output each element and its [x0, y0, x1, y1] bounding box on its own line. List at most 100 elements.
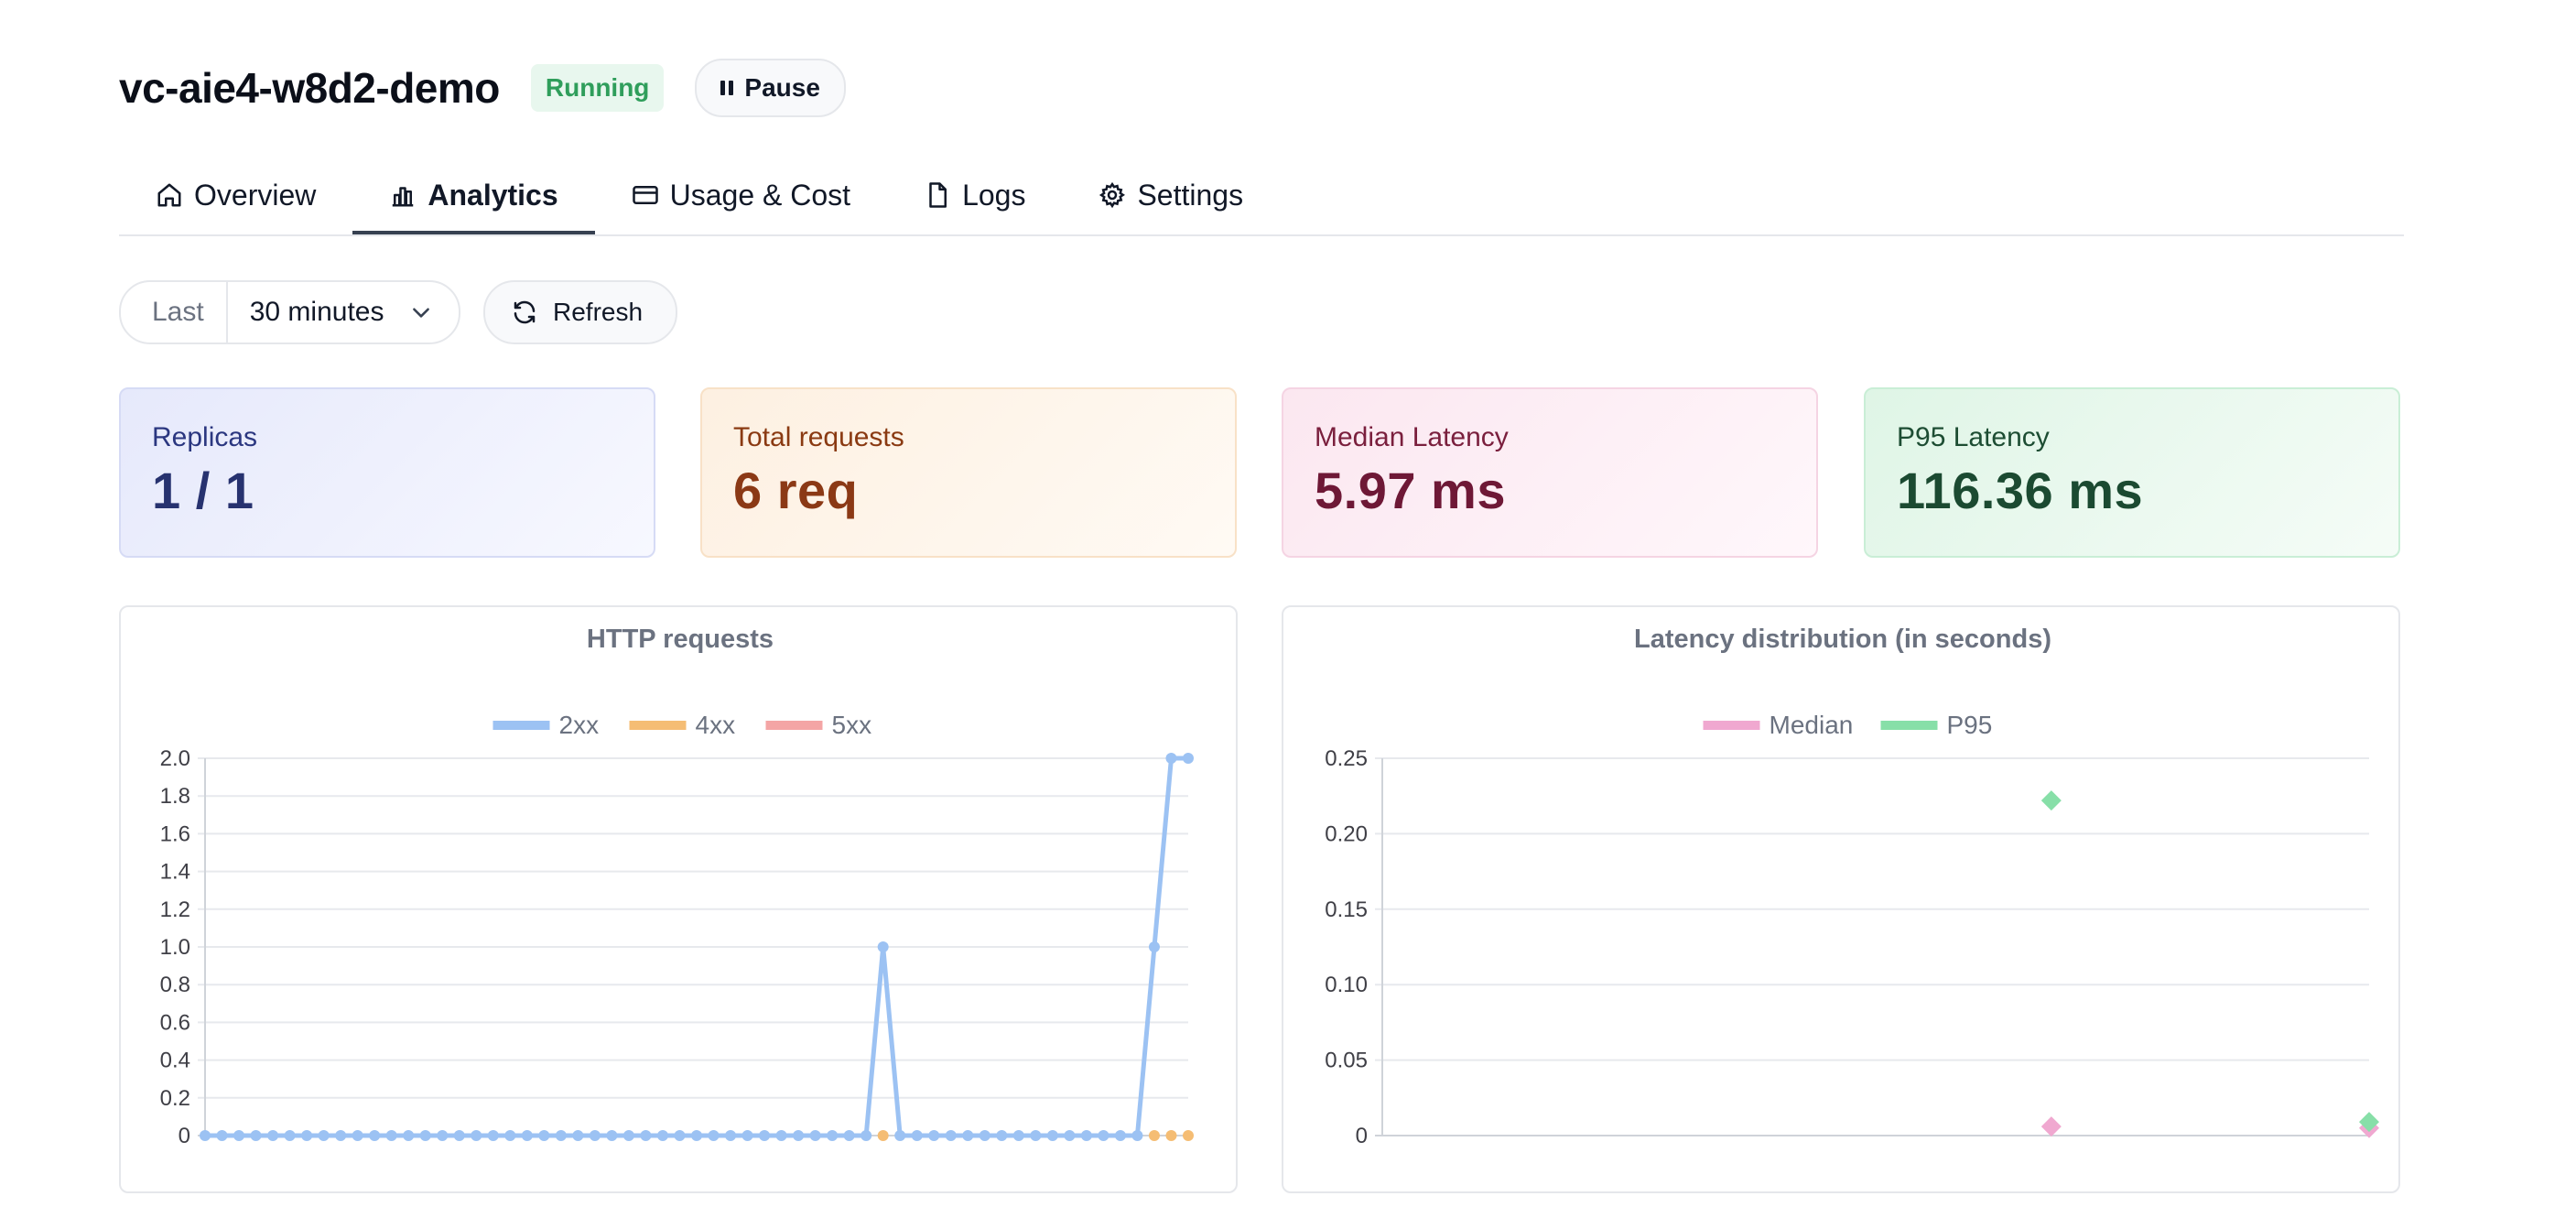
- data-point-2xx: [216, 1130, 228, 1141]
- range-dropdown[interactable]: 30 minutes: [228, 282, 460, 343]
- home-icon: [157, 183, 181, 207]
- data-point-2xx: [369, 1130, 381, 1141]
- pause-icon: [720, 81, 734, 95]
- page-title: vc-aie4-w8d2-demo: [119, 64, 500, 112]
- data-point-2xx: [267, 1130, 279, 1141]
- data-point-2xx: [928, 1130, 940, 1141]
- legend-label: Median: [1770, 711, 1854, 739]
- data-point-2xx: [555, 1130, 567, 1141]
- data-point-4xx: [1183, 1130, 1194, 1141]
- data-point-2xx: [301, 1130, 313, 1141]
- pause-label: Pause: [744, 73, 820, 102]
- data-point-2xx: [793, 1130, 805, 1141]
- metric-value: 116.36 ms: [1897, 462, 2144, 519]
- data-point-2xx: [250, 1130, 262, 1141]
- data-point-2xx: [335, 1130, 347, 1141]
- data-point-2xx: [979, 1130, 990, 1141]
- data-point-2xx: [487, 1130, 499, 1141]
- tab-analytics[interactable]: Analytics: [352, 158, 595, 234]
- y-tick-label: 0.10: [1325, 973, 1368, 997]
- data-point-median: [2040, 1116, 2062, 1137]
- data-point-2xx: [572, 1130, 584, 1141]
- data-point-2xx: [622, 1130, 634, 1141]
- y-tick-label: 0.2: [160, 1086, 190, 1111]
- data-point-2xx: [318, 1130, 330, 1141]
- tab-bar: Overview Analytics Usage & Cost Logs Set…: [119, 158, 2404, 236]
- y-tick-label: 1.4: [160, 860, 190, 885]
- latency-chart-svg: Latency distribution (in seconds) Median P…: [1325, 625, 2379, 1148]
- http-requests-chart: HTTP requests 2xx 4xx 5xx 2.0 1.8 1.6 1.4 1.2 1.0…: [119, 605, 1238, 1193]
- chart-title: HTTP requests: [587, 625, 774, 654]
- y-tick-label: 0.4: [160, 1049, 190, 1073]
- data-point-4xx: [1165, 1130, 1177, 1141]
- tab-label: Overview: [194, 178, 317, 212]
- data-point-2xx: [911, 1130, 923, 1141]
- metric-label: Median Latency: [1315, 422, 1509, 452]
- y-tick-label: 1.2: [160, 897, 190, 922]
- analytics-page: vc-aie4-w8d2-demo Running Pause Overview…: [0, 0, 2576, 1207]
- data-point-2xx: [1030, 1130, 1042, 1141]
- y-tick-label: 2.0: [160, 746, 190, 771]
- data-point-2xx: [640, 1130, 652, 1141]
- data-point-2xx: [1114, 1130, 1126, 1141]
- data-point-2xx: [471, 1130, 482, 1141]
- data-point-2xx: [691, 1130, 702, 1141]
- time-range-selector: Last 30 minutes: [119, 280, 461, 344]
- pause-button[interactable]: Pause: [695, 59, 846, 117]
- data-point-2xx: [775, 1130, 787, 1141]
- data-point-2xx: [759, 1130, 771, 1141]
- legend-label: P95: [1947, 711, 1993, 739]
- data-point-2xx: [437, 1130, 449, 1141]
- data-point-2xx: [1165, 753, 1177, 764]
- tab-overview[interactable]: Overview: [119, 158, 352, 233]
- data-point-2xx: [894, 1130, 906, 1141]
- data-point-2xx: [606, 1130, 618, 1141]
- metric-card-median-latency: Median Latency 5.97 ms: [1282, 387, 1818, 558]
- page-header: vc-aie4-w8d2-demo Running Pause: [119, 59, 846, 117]
- y-tick-label: 1.0: [160, 935, 190, 960]
- y-tick-label: 1.8: [160, 784, 190, 809]
- data-point-2xx: [1131, 1130, 1143, 1141]
- tab-settings[interactable]: Settings: [1062, 158, 1280, 233]
- metric-value: 6 req: [733, 462, 859, 519]
- legend-swatch: [1703, 721, 1760, 730]
- data-point-2xx: [674, 1130, 686, 1141]
- data-point-2xx: [284, 1130, 296, 1141]
- file-icon: [929, 182, 947, 208]
- legend-swatch: [1880, 721, 1938, 730]
- tab-label: Logs: [962, 178, 1026, 212]
- legend-swatch: [629, 721, 687, 730]
- tab-label: Analytics: [428, 178, 558, 212]
- range-prefix-label: Last: [121, 282, 228, 343]
- metric-value: 1 / 1: [152, 462, 254, 519]
- data-point-2xx: [233, 1130, 245, 1141]
- y-tick-label: 1.6: [160, 821, 190, 846]
- tab-usage-cost[interactable]: Usage & Cost: [595, 158, 887, 233]
- status-badge: Running: [530, 64, 665, 112]
- data-point-2xx: [1012, 1130, 1024, 1141]
- data-point-2xx: [1064, 1130, 1076, 1141]
- legend-swatch: [492, 721, 550, 730]
- data-point-2xx: [725, 1130, 737, 1141]
- legend-label: 2xx: [559, 711, 600, 739]
- data-point-2xx: [877, 941, 889, 952]
- metric-card-replicas: Replicas 1 / 1: [119, 387, 655, 558]
- data-point-2xx: [538, 1130, 550, 1141]
- data-point-4xx: [1148, 1130, 1160, 1141]
- chart-title: Latency distribution (in seconds): [1634, 625, 2051, 654]
- data-point-2xx: [589, 1130, 601, 1141]
- data-point-2xx: [453, 1130, 465, 1141]
- y-tick-label: 0.25: [1325, 746, 1368, 771]
- data-point-2xx: [708, 1130, 720, 1141]
- refresh-label: Refresh: [553, 298, 644, 326]
- refresh-button[interactable]: Refresh: [483, 280, 678, 344]
- tab-logs[interactable]: Logs: [887, 158, 1062, 233]
- data-point-2xx: [352, 1130, 363, 1141]
- data-point-2xx: [741, 1130, 753, 1141]
- data-point-2xx: [521, 1130, 533, 1141]
- data-point-2xx: [403, 1130, 415, 1141]
- data-point-2xx: [843, 1130, 855, 1141]
- data-point-2xx: [962, 1130, 974, 1141]
- tab-label: Settings: [1137, 178, 1244, 212]
- data-point-2xx: [809, 1130, 821, 1141]
